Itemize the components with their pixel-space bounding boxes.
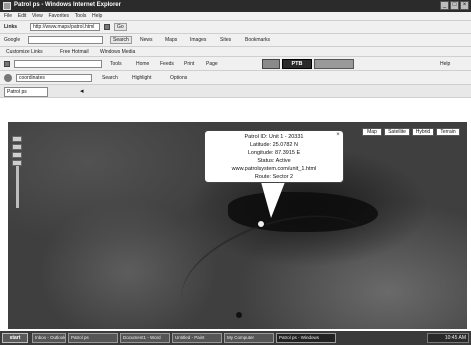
popup-line-1: Patrol ID: Unit 1 - 20331 [244,134,304,140]
menu-bar: File Edit View Favorites Tools Help [0,12,471,21]
pan-left-icon[interactable] [12,144,22,150]
tab-patrol[interactable]: Patrol ps [4,87,48,97]
google-link-sites[interactable]: Sites [220,36,231,44]
tool-button[interactable] [314,59,354,69]
secondary-marker-icon[interactable] [236,312,242,318]
location-marker-icon[interactable] [256,219,266,229]
task-mycomputer[interactable]: My Computer [224,333,274,343]
popup-longitude: Longitude: 87.3915 E [247,150,301,156]
menu-edit[interactable]: Edit [18,12,27,21]
toolbar-search[interactable]: Search [102,74,118,82]
popup-status: Status: Active [257,158,291,164]
command-input[interactable] [14,60,102,68]
toolbar-page[interactable]: Page [206,60,218,68]
menu-help[interactable]: Help [92,12,102,21]
link-hotmail[interactable]: Free Hotmail [60,48,89,56]
map-area[interactable]: Map Satellite Hybrid Terrain × Patrol ID… [8,122,467,329]
google-link-images[interactable]: Images [190,36,206,44]
tab-row: Patrol ps ◂ [0,85,471,98]
command-toolbar: Tools Home Feeds Print Page PTB Help [0,57,471,71]
menu-favorites[interactable]: Favorites [48,12,69,21]
toolbar-tools[interactable]: Tools [110,60,122,68]
google-search-button[interactable]: Search [110,36,132,44]
toolbar-print[interactable]: Print [184,60,194,68]
maptype-terrain[interactable]: Terrain [436,128,460,136]
layers-button[interactable] [262,59,280,69]
title-bar: Patrol ps - Windows Internet Explorer _ … [0,0,471,12]
clock: 10:45 AM [444,335,466,341]
toolbar-highlight[interactable]: Highlight [132,74,151,82]
links-bar: Customize Links Free Hotmail Windows Med… [0,47,471,57]
new-tab-icon[interactable]: ◂ [80,87,84,96]
link-customize[interactable]: Customize Links [6,48,43,56]
popup-latitude: Latitude: 25.0782 N [249,142,298,148]
window-controls: _ □ × [440,1,469,10]
maptype-hybrid[interactable]: Hybrid [412,128,434,136]
task-paint[interactable]: Untitled - Paint [172,333,222,343]
popup-close-icon[interactable]: × [335,132,341,138]
refresh-icon[interactable] [104,24,110,30]
task-outlook[interactable]: Inbox - Outlook [32,333,66,343]
toolbar-logo-icon [4,74,12,82]
go-button[interactable]: Go [114,23,127,31]
zoom-slider[interactable] [16,166,19,208]
taskbar: start Inbox - Outlook Patrol ps Document… [0,331,471,345]
address-bar: Links http://www.maps/patrol.html Go [0,21,471,34]
minimize-button[interactable]: _ [440,1,449,10]
toolbar-home[interactable]: Home [136,60,149,68]
google-link-bookmarks[interactable]: Bookmarks [245,36,270,44]
toolbar-feeds[interactable]: Feeds [160,60,174,68]
pan-right-icon[interactable] [12,152,22,158]
map-nav-control [12,136,24,208]
start-button[interactable]: start [2,333,28,343]
toolbar-help[interactable]: Help [440,60,450,68]
popup-tail [261,182,285,218]
toolbar-options[interactable]: Options [170,74,187,82]
google-search-input[interactable] [28,36,103,44]
browser-icon [3,2,11,10]
task-patrol-active[interactable]: Patrol ps - Windows [276,333,336,343]
maximize-button[interactable]: □ [450,1,459,10]
google-toolbar: Google Search News Maps Images Sites Boo… [0,34,471,47]
task-patrol-1[interactable]: Patrol ps [68,333,118,343]
back-icon[interactable] [4,61,10,67]
maptype-satellite[interactable]: Satellite [384,128,410,136]
system-tray: 10:45 AM [427,333,469,343]
menu-view[interactable]: View [32,12,43,21]
popup-link[interactable]: www.patrolsystem.com/unit_1.html [205,165,343,173]
close-button[interactable]: × [460,1,469,10]
link-media[interactable]: Windows Media [100,48,135,56]
page-header-space [0,98,471,122]
pan-up-icon[interactable] [12,136,22,142]
address-label: Links [4,24,18,30]
info-popup: × Patrol ID: Unit 1 - 20331 Latitude: 25… [204,130,344,183]
toolbar-search-input[interactable]: coordinates [16,74,92,82]
popup-route: Route: Sector 2 [254,174,294,180]
window-title: Patrol ps - Windows Internet Explorer [14,2,121,8]
search-toolbar: coordinates Search Highlight Options [0,71,471,85]
menu-file[interactable]: File [4,12,12,21]
google-label: Google [4,37,21,43]
google-link-maps[interactable]: Maps [165,36,177,44]
menu-tools[interactable]: Tools [75,12,87,21]
ptb-button[interactable]: PTB [282,59,312,69]
google-link-news[interactable]: News [140,36,153,44]
task-word[interactable]: Document1 - Word [120,333,170,343]
maptype-map[interactable]: Map [362,128,382,136]
address-input[interactable]: http://www.maps/patrol.html [30,23,100,31]
